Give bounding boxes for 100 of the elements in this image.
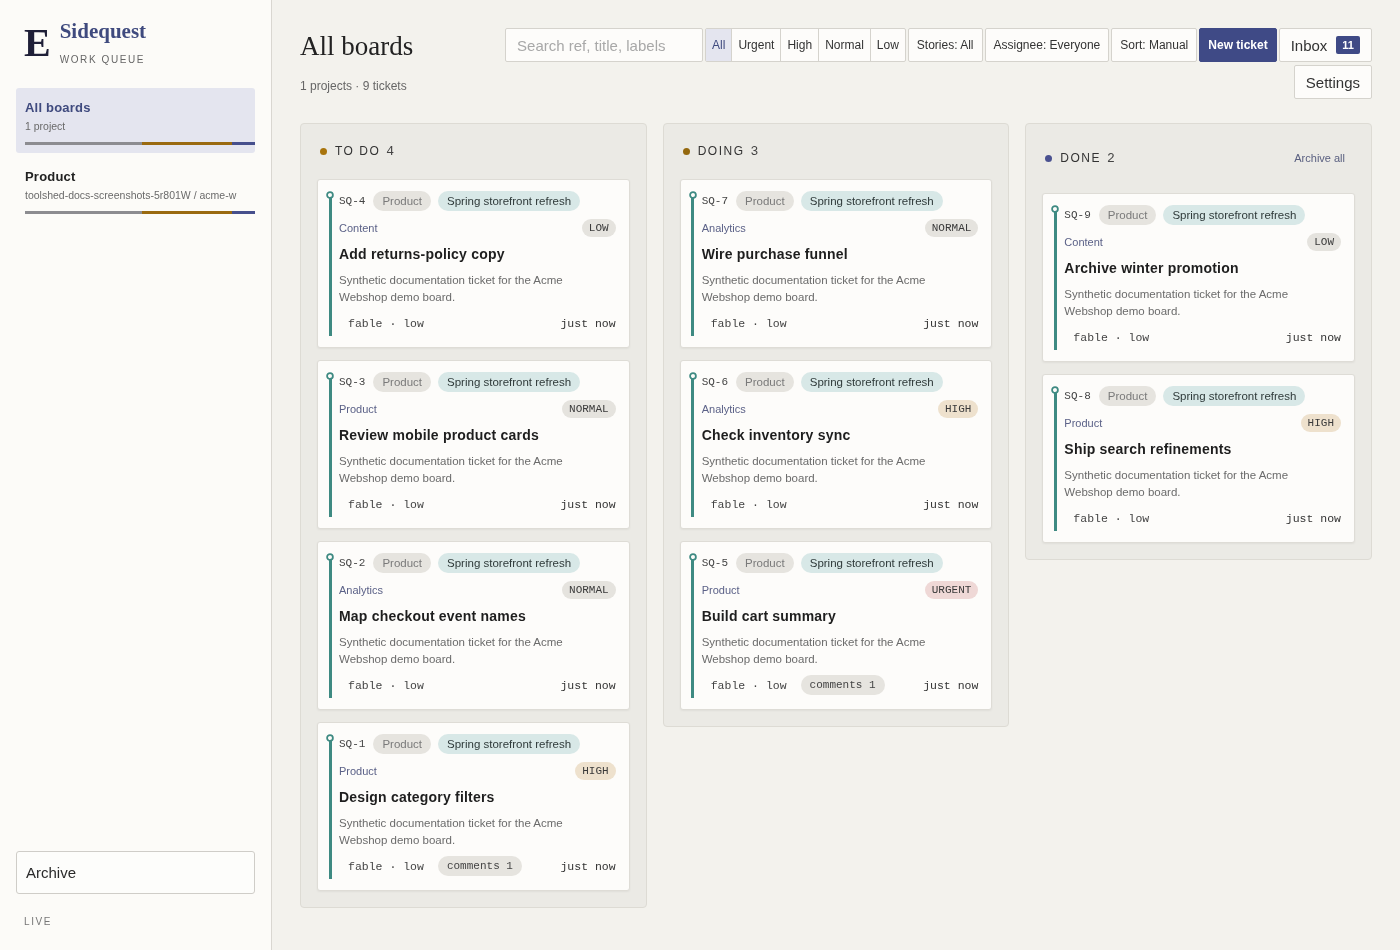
ticket-card[interactable]: SQ-9 Product Spring storefront refresh Content LOW Archive winter promotion Synthetic documentation ticket for the Acme Webshop demo board. fable · low just now xyxy=(1042,193,1355,362)
project-tag: Product xyxy=(373,191,432,211)
project-tag: Product xyxy=(736,553,794,573)
board-subtitle: toolshed-docs-screenshots-5r801W / acme-w xyxy=(25,188,238,202)
board-title: All boards xyxy=(25,100,92,116)
comments-count: comments 1 xyxy=(800,675,885,695)
ticket-description: Synthetic documentation ticket for the Acme Webshop demo board. xyxy=(1064,287,1290,319)
story-tag: Spring storefront refresh xyxy=(438,372,581,392)
ticket-description: Synthetic documentation ticket for the Acme Webshop demo board. xyxy=(701,454,927,486)
ticket-meta: fable · low xyxy=(710,497,787,511)
ticket-card[interactable]: SQ-2 Product Spring storefront refresh Analytics NORMAL Map checkout event names Synthetic documentation ticket for the Acme Webshop demo board. fable · low just now xyxy=(317,541,630,710)
project-tag: Product xyxy=(736,191,794,211)
project-tag: Product xyxy=(373,372,432,392)
ticket-meta: fable · low xyxy=(710,316,787,330)
story-tag: Spring storefront refresh xyxy=(438,191,581,211)
board-nav-item[interactable]: Product toolshed-docs-screenshots-5r801W / acme-w xyxy=(16,157,255,222)
priority-badge: HIGH xyxy=(575,762,616,780)
column-count: 4 xyxy=(386,143,395,159)
app-tagline: WORK QUEUE xyxy=(59,54,147,66)
priority-filter-button[interactable]: High xyxy=(780,29,819,61)
column-title: DOING xyxy=(697,144,745,158)
timeline-rail-icon xyxy=(1051,205,1060,350)
ticket-meta: fable · low xyxy=(348,316,424,330)
updated-time: just now xyxy=(923,316,979,330)
priority-badge: NORMAL xyxy=(562,581,616,599)
column-title: TO DO xyxy=(335,144,381,158)
ticket-title: Archive winter promotion xyxy=(1064,259,1240,277)
ticket-category: Product xyxy=(339,403,377,415)
story-tag: Spring storefront refresh xyxy=(1163,386,1306,406)
filter-dropdown-button[interactable]: Sort: Manual xyxy=(1111,28,1198,62)
story-tag: Spring storefront refresh xyxy=(800,191,943,211)
ticket-ref: SQ-6 xyxy=(701,376,729,388)
status-label: LIVE xyxy=(23,916,53,928)
settings-button[interactable]: Settings xyxy=(1293,65,1372,99)
ticket-category: Analytics xyxy=(701,403,746,415)
ticket-title: Design category filters xyxy=(339,788,496,806)
ticket-ref: SQ-1 xyxy=(339,738,366,750)
inbox-count-badge: 11 xyxy=(1336,36,1360,54)
app-name: Sidequest xyxy=(59,19,147,43)
ticket-title: Review mobile product cards xyxy=(339,426,540,444)
project-tag: Product xyxy=(373,734,432,754)
priority-filter-button[interactable]: Low xyxy=(869,29,905,61)
new-ticket-button[interactable]: New ticket xyxy=(1199,28,1277,62)
ticket-ref: SQ-3 xyxy=(339,376,366,388)
timeline-rail-icon xyxy=(1051,386,1060,531)
updated-time: just now xyxy=(1285,511,1341,525)
ticket-card[interactable]: SQ-1 Product Spring storefront refresh Product HIGH Design category filters Synthetic documentation ticket for the Acme Webshop demo board. fable · low comments 1 just now xyxy=(317,722,630,891)
ticket-title: Build cart summary xyxy=(701,607,837,625)
ticket-card[interactable]: SQ-5 Product Spring storefront refresh Product URGENT Build cart summary Synthetic documentation ticket for the Acme Webshop demo board. fable · low comments 1 just now xyxy=(679,541,993,710)
ticket-category: Analytics xyxy=(701,222,746,234)
archive-all-link[interactable]: Archive all xyxy=(1294,151,1345,165)
story-tag: Spring storefront refresh xyxy=(438,553,581,573)
ticket-meta: fable · low xyxy=(710,678,787,692)
board-nav-item[interactable]: All boards 1 project xyxy=(16,88,255,153)
ticket-meta: fable · low xyxy=(1073,511,1150,525)
ticket-meta: fable · low xyxy=(348,678,424,692)
ticket-description: Synthetic documentation ticket for the Acme Webshop demo board. xyxy=(701,635,927,667)
ticket-ref: SQ-4 xyxy=(339,195,366,207)
story-tag: Spring storefront refresh xyxy=(1163,205,1306,225)
ticket-title: Map checkout event names xyxy=(339,607,527,625)
ticket-card[interactable]: SQ-3 Product Spring storefront refresh Product NORMAL Review mobile product cards Synthetic documentation ticket for the Acme Webshop demo board. fable · low just now xyxy=(317,360,630,529)
project-tag: Product xyxy=(373,553,432,573)
ticket-card[interactable]: SQ-8 Product Spring storefront refresh Product HIGH Ship search refinements Synthetic documentation ticket for the Acme Webshop demo board. fable · low just now xyxy=(1042,374,1355,543)
story-tag: Spring storefront refresh xyxy=(800,372,943,392)
updated-time: just now xyxy=(560,678,616,692)
ticket-category: Content xyxy=(1064,236,1103,248)
story-tag: Spring storefront refresh xyxy=(800,553,943,573)
filter-dropdown-button[interactable]: Stories: All xyxy=(907,28,983,62)
priority-filter-button[interactable]: All xyxy=(706,29,732,61)
updated-time: just now xyxy=(560,497,616,511)
search-field[interactable]: Search ref, title, labels xyxy=(505,28,704,62)
updated-time: just now xyxy=(560,316,616,330)
ticket-card[interactable]: SQ-6 Product Spring storefront refresh Analytics HIGH Check inventory sync Synthetic documentation ticket for the Acme Webshop demo board. fable · low just now xyxy=(679,360,993,529)
ticket-category: Analytics xyxy=(339,584,384,596)
priority-badge: LOW xyxy=(1307,233,1341,251)
timeline-rail-icon xyxy=(326,372,334,517)
ticket-ref: SQ-9 xyxy=(1064,209,1091,221)
priority-badge: LOW xyxy=(581,219,616,237)
ticket-card[interactable]: SQ-4 Product Spring storefront refresh Content LOW Add returns-policy copy Synthetic documentation ticket for the Acme Webshop demo board. fable · low just now xyxy=(317,179,630,348)
ticket-category: Product xyxy=(339,765,377,777)
filter-dropdown-button[interactable]: Assignee: Everyone xyxy=(984,28,1110,62)
board-summary: 1 projects · 9 tickets xyxy=(300,78,408,94)
timeline-rail-icon xyxy=(688,372,697,517)
archive-button[interactable]: Archive xyxy=(16,851,255,894)
priority-badge: HIGH xyxy=(937,400,979,418)
ticket-ref: SQ-5 xyxy=(701,557,729,569)
ticket-ref: SQ-7 xyxy=(701,195,729,207)
timeline-rail-icon xyxy=(326,734,334,879)
priority-filter-button[interactable]: Urgent xyxy=(731,29,781,61)
priority-filter-button[interactable]: Normal xyxy=(818,29,870,61)
timeline-rail-icon xyxy=(326,553,334,698)
board-subtitle: 1 project xyxy=(25,119,67,133)
ticket-category: Product xyxy=(1064,417,1103,429)
ticket-description: Synthetic documentation ticket for the Acme Webshop demo board. xyxy=(339,273,564,305)
ticket-card[interactable]: SQ-7 Product Spring storefront refresh Analytics NORMAL Wire purchase funnel Synthetic documentation ticket for the Acme Webshop demo board. fable · low just now xyxy=(679,179,993,348)
priority-badge: HIGH xyxy=(1300,414,1341,432)
comments-count: comments 1 xyxy=(437,856,522,876)
project-tag: Product xyxy=(1098,205,1157,225)
inbox-button[interactable]: Inbox 11 xyxy=(1278,28,1372,62)
column-count: 2 xyxy=(1107,150,1115,166)
